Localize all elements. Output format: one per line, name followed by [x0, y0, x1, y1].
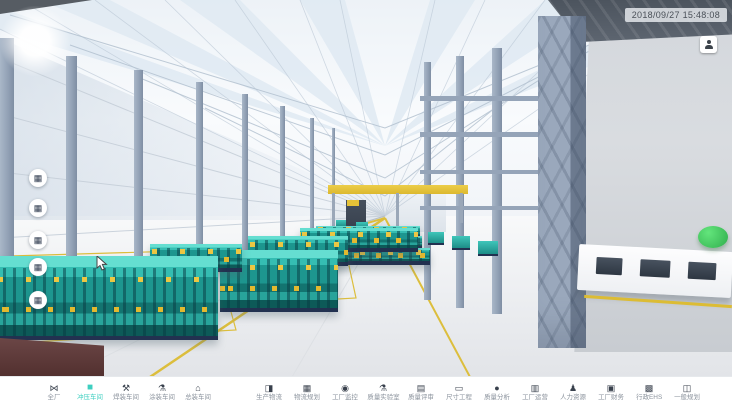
light-glare [0, 6, 70, 76]
layout-icon: ◫ [683, 383, 692, 393]
shop-nav: ⋈ 全厂 ■ 冲压车间 ⚒ 焊装车间 ⚗ 涂装车间 ⌂ 总装车间 [36, 377, 216, 407]
tab-module-factory-operations[interactable]: ▥ 工厂运营 [516, 383, 554, 402]
panel-icon: ▦ [34, 263, 43, 272]
assembly-shop-icon: ⌂ [195, 383, 200, 393]
panel-button-5[interactable]: ▦ [29, 291, 47, 309]
panel-icon: ▦ [34, 174, 43, 183]
distant-machine [478, 241, 498, 256]
panel-button-1[interactable]: ▦ [29, 169, 47, 187]
rack-beam [420, 170, 545, 174]
tab-module-admin-ehs[interactable]: ▩ 行政EHS [630, 383, 668, 402]
tab-shop-assembly[interactable]: ⌂ 总装车间 [180, 383, 216, 402]
review-icon: ▤ [417, 383, 426, 393]
distant-machine [428, 232, 444, 245]
rack-column [492, 48, 502, 314]
tab-module-quality-review[interactable]: ▤ 质量评审 [402, 383, 440, 402]
tab-module-general-planning[interactable]: ◫ 一般规划 [668, 383, 706, 402]
briefcase-icon: ▣ [607, 383, 616, 393]
tab-module-dimensional-engineering[interactable]: ▭ 尺寸工程 [440, 383, 478, 402]
foreground-steel-column [538, 16, 586, 348]
person-icon: ♟ [569, 383, 577, 393]
camera-icon: ◉ [341, 383, 349, 393]
viewport-3d[interactable] [0, 0, 732, 377]
tab-module-quality-analysis[interactable]: ● 质量分析 [478, 383, 516, 402]
tab-module-production-logistics[interactable]: ◨ 生产物流 [250, 383, 288, 402]
timestamp: 2018/09/27 15:48:08 [625, 8, 727, 22]
rack-beam [420, 206, 545, 210]
console-screen [640, 259, 671, 278]
panel-icon: ▦ [34, 296, 43, 305]
user-button[interactable] [700, 36, 717, 53]
tab-module-logistics-planning[interactable]: ▦ 物流规划 [288, 383, 326, 402]
bottom-toolbar: ⋈ 全厂 ■ 冲压车间 ⚒ 焊装车间 ⚗ 涂装车间 ⌂ 总装车间 ◨ [0, 376, 732, 407]
console-screen [596, 257, 623, 275]
operations-icon: ▥ [531, 383, 540, 393]
console-screen [688, 262, 717, 280]
tab-module-human-resources[interactable]: ♟ 人力资源 [554, 383, 592, 402]
painting-shop-icon: ⚗ [158, 383, 166, 393]
welding-shop-icon: ⚒ [122, 383, 130, 393]
user-icon [704, 40, 714, 50]
truck-icon: ◨ [265, 383, 274, 393]
distant-machine [452, 236, 470, 250]
panel-icon: ▦ [34, 236, 43, 245]
flask-icon: ⚗ [379, 383, 387, 393]
status-green-object [698, 226, 728, 248]
grid-icon: ▩ [645, 383, 654, 393]
stamping-shop-icon: ■ [87, 383, 93, 393]
wall-console-shelf [577, 244, 732, 298]
tab-shop-stamping[interactable]: ■ 冲压车间 [72, 383, 108, 402]
tab-module-factory-monitoring[interactable]: ◉ 工厂监控 [326, 383, 364, 402]
planning-icon: ▦ [303, 383, 312, 393]
tab-shop-whole-plant[interactable]: ⋈ 全厂 [36, 383, 72, 402]
crane-leg [460, 193, 463, 223]
ruler-icon: ▭ [455, 383, 464, 393]
panel-button-2[interactable]: ▦ [29, 199, 47, 217]
rack-beam [420, 132, 545, 137]
tab-module-quality-lab[interactable]: ⚗ 质量实验室 [364, 383, 402, 402]
tab-module-factory-finance[interactable]: ▣ 工厂财务 [592, 383, 630, 402]
panel-button-4[interactable]: ▦ [29, 258, 47, 276]
crane-leg [396, 193, 399, 227]
mouse-cursor [96, 256, 110, 272]
tab-shop-welding[interactable]: ⚒ 焊装车间 [108, 383, 144, 402]
whole-plant-icon: ⋈ [50, 383, 59, 393]
rack-column [456, 56, 464, 308]
shield-icon: ● [494, 383, 499, 393]
rack-beam [420, 96, 545, 101]
panel-icon: ▦ [34, 204, 43, 213]
panel-button-3[interactable]: ▦ [29, 231, 47, 249]
module-nav: ◨ 生产物流 ▦ 物流规划 ◉ 工厂监控 ⚗ 质量实验室 ▤ 质量评审 ▭ 尺寸… [250, 377, 706, 407]
tab-shop-painting[interactable]: ⚗ 涂装车间 [144, 383, 180, 402]
digital-twin-app: 2018/09/27 15:48:08 ▦ ▦ ▦ ▦ ▦ ⋈ 全厂 ■ 冲压车… [0, 0, 732, 407]
